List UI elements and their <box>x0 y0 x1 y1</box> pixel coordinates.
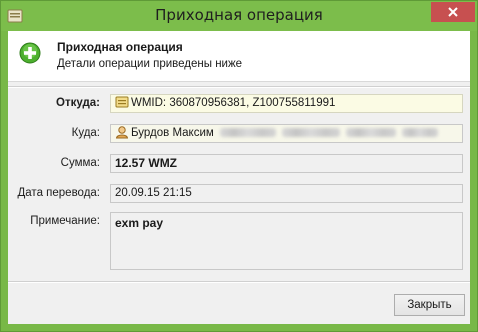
date-field[interactable]: 20.09.15 21:15 <box>110 184 463 203</box>
amount-field[interactable]: 12.57 WMZ <box>110 154 463 173</box>
close-button[interactable]: Закрыть <box>394 294 465 316</box>
from-field[interactable]: WMID: 360870956381, Z100755811991 <box>110 94 463 113</box>
plus-circle-icon <box>19 42 41 64</box>
dialog-header: Приходная операция Детали операции приве… <box>8 31 470 82</box>
to-label: Куда: <box>71 127 100 139</box>
header-subtitle: Детали операции приведены ниже <box>57 58 243 70</box>
dialog-window: Приходная операция Приходная операция Де… <box>0 0 478 332</box>
close-icon <box>448 7 458 17</box>
amount-value: 12.57 WMZ <box>115 156 178 170</box>
to-field[interactable]: Бурдов Максим <box>110 124 463 143</box>
divider <box>8 281 470 283</box>
from-value: WMID: 360870956381, Z100755811991 <box>131 97 336 109</box>
divider <box>8 86 470 88</box>
redacted-text <box>219 128 276 137</box>
close-window-button[interactable] <box>431 2 475 22</box>
date-label: Дата перевода: <box>17 187 101 199</box>
title-bar[interactable]: Приходная операция <box>1 1 477 31</box>
dialog-body: Приходная операция Детали операции приве… <box>8 31 470 324</box>
note-field[interactable]: exm pay <box>110 212 463 270</box>
redacted-text <box>401 128 438 137</box>
redacted-text <box>345 128 396 137</box>
redacted-text <box>281 128 340 137</box>
header-title: Приходная операция <box>57 40 183 54</box>
window-title: Приходная операция <box>155 6 323 24</box>
date-value: 20.09.15 21:15 <box>115 187 192 199</box>
to-value: Бурдов Максим <box>131 127 214 139</box>
from-label: Откуда: <box>56 97 100 109</box>
amount-label: Сумма: <box>60 157 100 169</box>
note-value: exm pay <box>115 216 164 230</box>
user-icon <box>115 126 129 139</box>
purse-icon <box>115 96 129 108</box>
note-label: Примечание: <box>30 215 100 227</box>
